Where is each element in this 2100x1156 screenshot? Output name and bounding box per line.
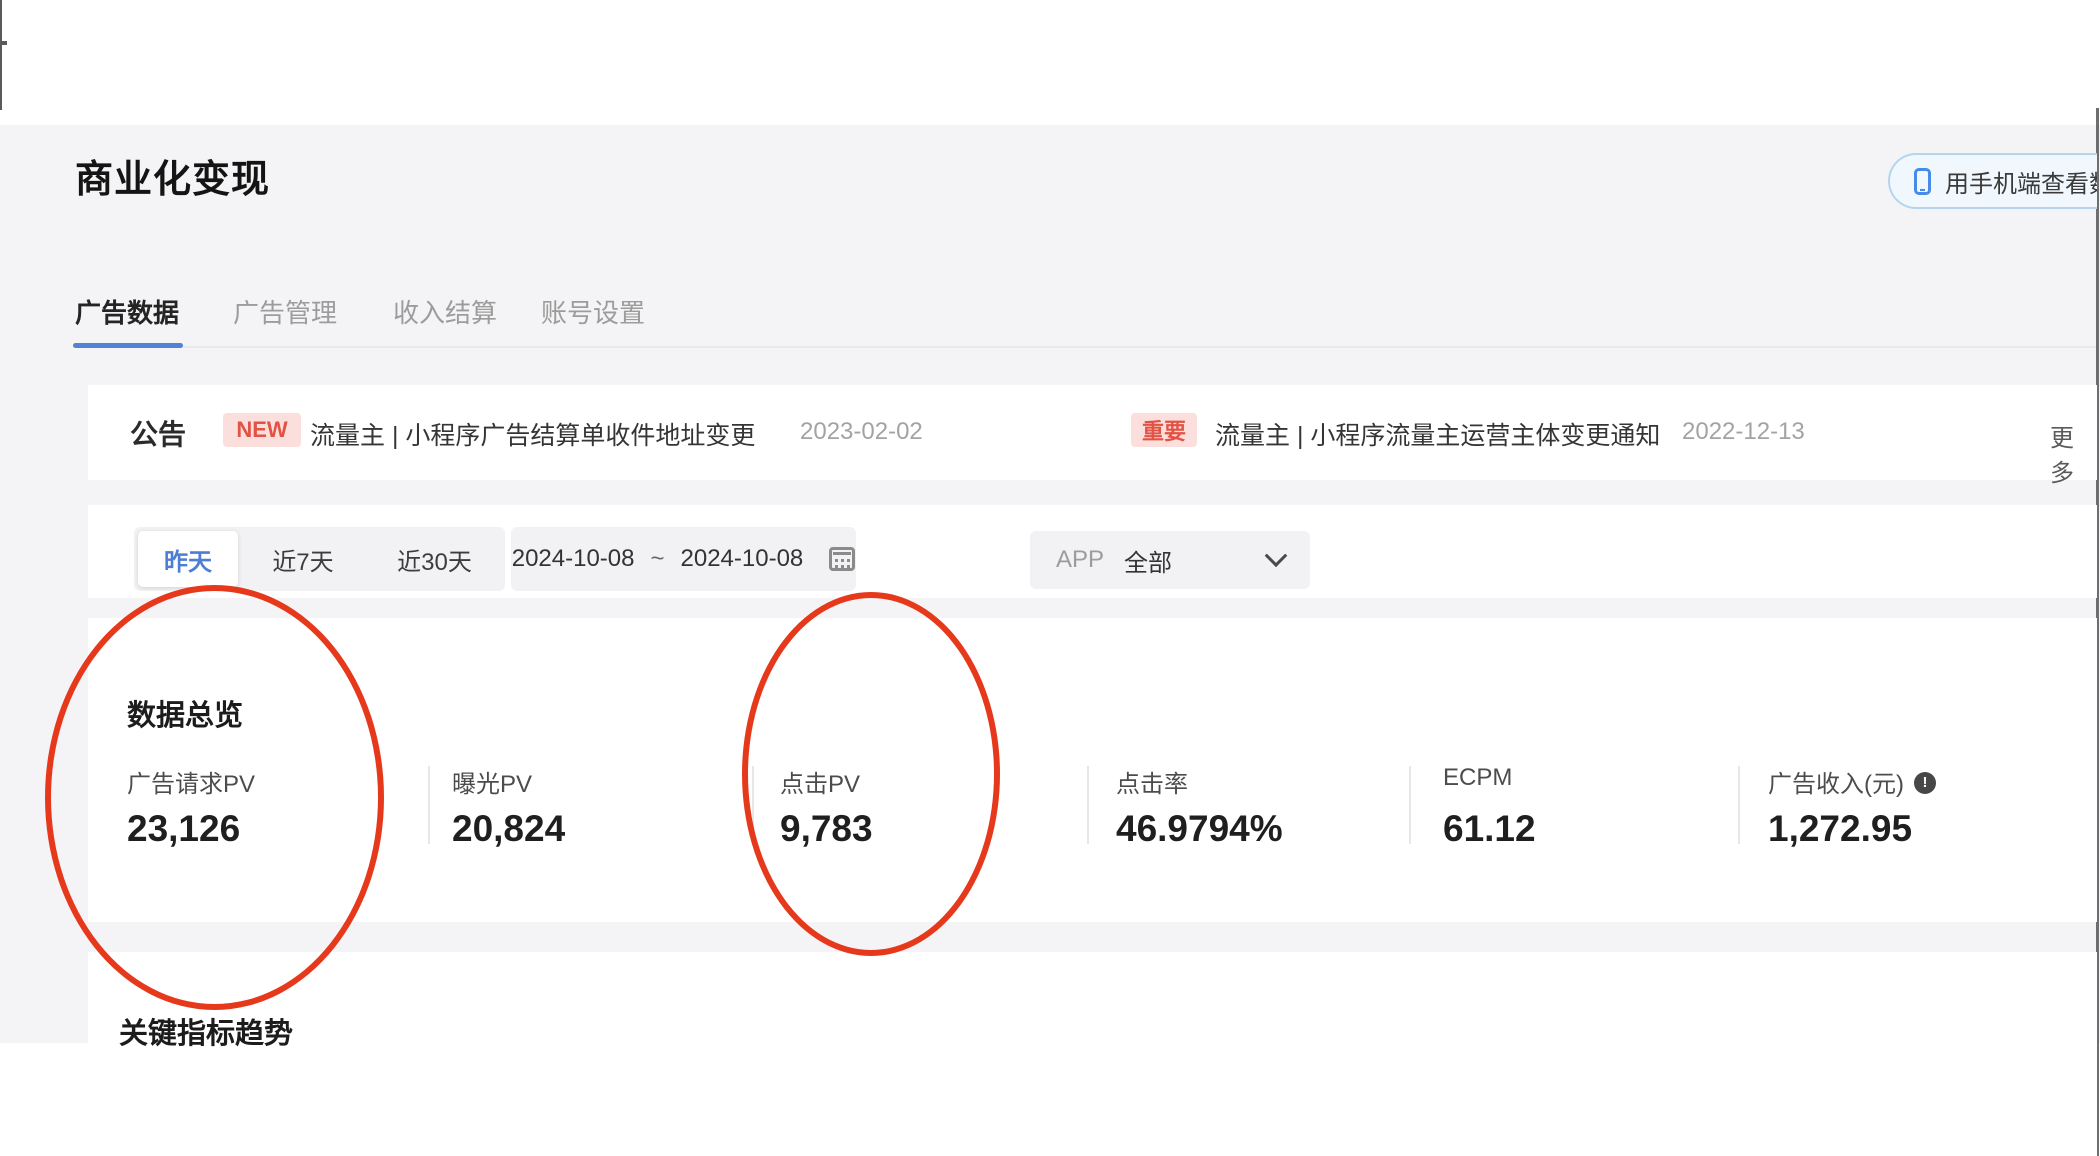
phone-icon: [1914, 167, 1931, 195]
announcement-date-2: 2022-12-13: [1682, 418, 1805, 445]
announcement-title: 公告: [130, 419, 187, 450]
announcement-bar: 公告 NEW 流量主 | 小程序广告结算单收件地址变更 2023-02-02 重…: [88, 385, 2097, 487]
metric-label-exposure-pv: 曝光PV: [452, 771, 533, 798]
announcement-link-1[interactable]: 流量主 | 小程序广告结算单收件地址变更: [310, 416, 755, 452]
metric-value-exposure-pv: 20,824: [452, 808, 566, 849]
annotation-ellipse-click-pv: [742, 592, 1000, 956]
tab-ad-management[interactable]: 广告管理: [233, 293, 337, 330]
annotation-ellipse-ad-request-pv: [45, 585, 384, 1010]
tab-bar-divider: [73, 346, 2096, 348]
metric-label-ecpm: ECPM: [1443, 764, 1513, 791]
important-badge: 重要: [1131, 413, 1197, 447]
key-metrics-trend-title: 关键指标趋势: [119, 1018, 294, 1050]
date-range-picker[interactable]: 2024-10-08 ~ 2024-10-08: [511, 527, 856, 591]
date-range-end: 2024-10-08: [680, 545, 804, 572]
app-filter-value: 全部: [1124, 549, 1173, 577]
ad-income-label-text: 广告收入(元): [1768, 771, 1904, 798]
screenshot-stage: 商业化变现 用手机端查看数据 广告数据 广告管理 收入结算 账号设置 公告 NE…: [0, 0, 2100, 1156]
metric-value-ecpm: 61.12: [1443, 808, 1536, 849]
metric-divider: [1738, 766, 1740, 844]
date-range-separator: ~: [650, 545, 665, 572]
filter-bar: 昨天 近7天 近30天 2024-10-08 ~ 2024-10-08 APP …: [88, 505, 2097, 598]
chevron-down-icon: [1264, 544, 1288, 568]
date-range-start: 2024-10-08: [511, 545, 635, 572]
metric-divider: [1087, 766, 1089, 844]
metric-value-ad-income: 1,272.95: [1768, 808, 1913, 849]
page-title: 商业化变现: [75, 159, 271, 201]
metric-value-click-rate: 46.9794%: [1116, 808, 1283, 849]
tab-income-settlement[interactable]: 收入结算: [393, 293, 497, 330]
calendar-icon: [829, 547, 856, 571]
info-icon[interactable]: [1913, 771, 1936, 794]
metric-divider: [428, 766, 430, 844]
data-overview-card: 数据总览 广告请求PV 23,126 曝光PV 20,824 点击PV 9,78…: [88, 618, 2097, 922]
view-on-mobile-label: 用手机端查看数据: [1945, 170, 2097, 198]
announcement-link-2[interactable]: 流量主 | 小程序流量主运营主体变更通知: [1215, 416, 1660, 452]
announcement-date-1: 2023-02-02: [800, 418, 923, 445]
quick-range-yesterday[interactable]: 昨天: [138, 531, 238, 587]
metric-label-ad-income: 广告收入(元): [1768, 764, 1936, 799]
date-quick-range-segmented-control: 昨天 近7天 近30天: [134, 527, 505, 591]
screen-edge-artifact-tick: [0, 41, 7, 45]
app-filter-label: APP: [1056, 546, 1105, 573]
app-filter-select[interactable]: APP 全部: [1030, 531, 1310, 589]
screen-edge-artifact-left: [0, 0, 2, 110]
tab-account-settings[interactable]: 账号设置: [541, 293, 645, 330]
quick-range-30days[interactable]: 近30天: [368, 527, 501, 591]
active-tab-underline: [73, 343, 183, 348]
quick-range-7days[interactable]: 近7天: [238, 527, 368, 591]
announcement-more-link[interactable]: 更多: [2050, 418, 2097, 488]
tab-ad-data[interactable]: 广告数据: [75, 293, 179, 330]
metric-divider: [1409, 766, 1411, 844]
new-badge: NEW: [223, 413, 301, 447]
key-metrics-trend-card: 关键指标趋势: [88, 952, 2097, 1156]
view-on-mobile-button[interactable]: 用手机端查看数据: [1888, 153, 2097, 209]
metric-label-click-rate: 点击率: [1116, 771, 1188, 798]
